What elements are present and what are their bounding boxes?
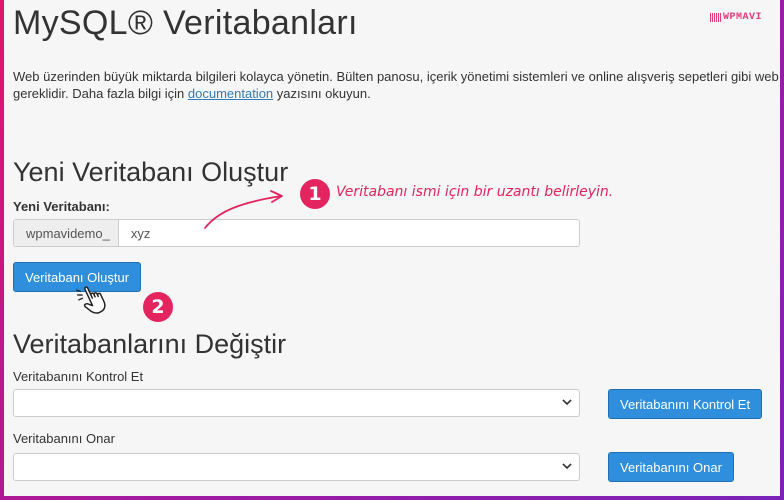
new-db-input-group: wpmavidemo_ xyxy=(13,219,580,247)
create-db-heading: Yeni Veritabanı Oluştur xyxy=(13,157,289,187)
step-1-badge: 1 xyxy=(300,179,330,209)
check-db-label: Veritabanını Kontrol Et xyxy=(13,369,144,384)
watermark-text: WPMAVI xyxy=(722,12,762,23)
repair-db-label: Veritabanını Onar xyxy=(13,431,115,446)
new-db-label: Yeni Veritabanı: xyxy=(13,199,110,214)
step-2-badge: 2 xyxy=(143,292,173,322)
check-db-select[interactable] xyxy=(13,389,580,417)
step-1-text: Veritabanı ismi için bir uzantı belirley… xyxy=(336,184,614,200)
description-line-2: gereklidir. Daha fazla bilgi için docume… xyxy=(13,85,780,102)
page-title: MySQL® Veritabanları xyxy=(13,4,358,42)
description-after-link: yazısını okuyun. xyxy=(273,86,371,101)
cpanel-frame: MySQL® Veritabanları WPMAVI Web üzerinde… xyxy=(4,0,780,496)
description-before-link: gereklidir. Daha fazla bilgi için xyxy=(13,86,188,101)
new-db-input[interactable] xyxy=(118,220,579,246)
watermark-logo: WPMAVI xyxy=(709,12,762,23)
chevron-down-icon xyxy=(562,399,572,406)
hand-pointer-icon xyxy=(76,286,106,314)
chevron-down-icon xyxy=(562,463,572,470)
documentation-link[interactable]: documentation xyxy=(188,86,273,101)
modify-db-heading: Veritabanlarını Değiştir xyxy=(13,329,287,359)
barcode-icon xyxy=(709,13,721,22)
db-prefix: wpmavidemo_ xyxy=(14,220,119,246)
description-line-1: Web üzerinden büyük miktarda bilgileri k… xyxy=(13,69,779,84)
repair-db-select[interactable] xyxy=(13,453,580,481)
check-db-button[interactable]: Veritabanını Kontrol Et xyxy=(608,389,763,419)
annotation-arrow-icon xyxy=(204,190,283,229)
repair-db-button[interactable]: Veritabanını Onar xyxy=(608,452,734,482)
page-description: Web üzerinden büyük miktarda bilgileri k… xyxy=(13,68,780,102)
